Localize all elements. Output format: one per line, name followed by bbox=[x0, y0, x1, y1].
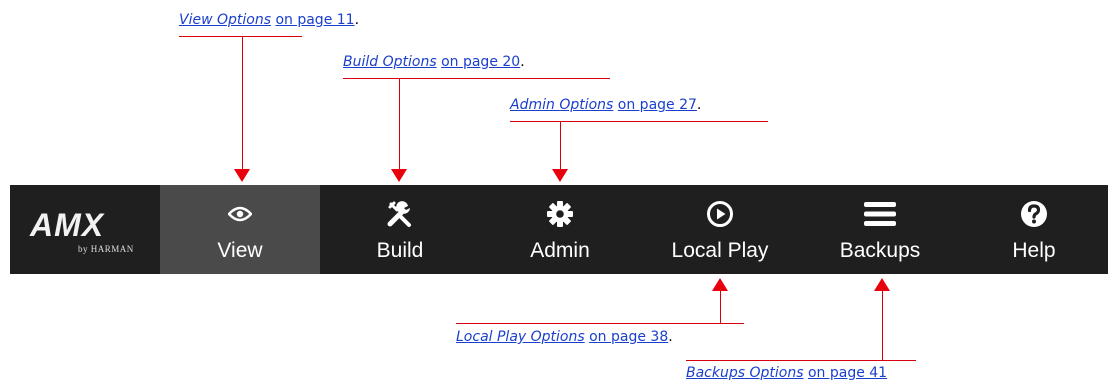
arrow-down-icon bbox=[391, 169, 407, 182]
nav-backups[interactable]: Backups bbox=[800, 185, 960, 274]
logo-subtitle: by HARMAN bbox=[78, 244, 134, 254]
callout-view-options: View Options on page 11. bbox=[179, 11, 359, 29]
amx-logo: AMX by HARMAN bbox=[10, 185, 160, 274]
nav-view[interactable]: View bbox=[160, 185, 320, 274]
period: . bbox=[520, 54, 525, 70]
callout-admin-options: Admin Options on page 27. bbox=[510, 96, 701, 114]
callout-rule-view bbox=[179, 36, 302, 37]
help-icon bbox=[960, 199, 1108, 229]
link-build-options[interactable]: Build Options bbox=[343, 54, 437, 70]
page-ref-view[interactable]: on page 11 bbox=[275, 12, 354, 28]
page-ref-build[interactable]: on page 20 bbox=[441, 54, 520, 70]
arrow-down-icon bbox=[552, 169, 568, 182]
nav-local-play-label: Local Play bbox=[671, 239, 769, 262]
arrow-line-local-play bbox=[720, 290, 721, 324]
nav-view-label: View bbox=[217, 239, 263, 262]
page-ref-admin[interactable]: on page 27 bbox=[618, 97, 697, 113]
link-backups-options[interactable]: Backups Options bbox=[686, 365, 804, 381]
gear-icon bbox=[480, 199, 640, 229]
nav-build[interactable]: Build bbox=[320, 185, 480, 274]
period: . bbox=[668, 329, 673, 345]
callout-rule-local-play bbox=[456, 323, 744, 324]
logo-mark: AMX bbox=[30, 207, 105, 243]
nav-backups-label: Backups bbox=[839, 239, 921, 262]
period: . bbox=[354, 12, 360, 28]
top-navbar: AMX by HARMAN View Build Admin Local Pla… bbox=[10, 185, 1108, 274]
arrow-down-icon bbox=[234, 169, 250, 182]
callout-rule-admin bbox=[510, 121, 768, 122]
play-circle-icon bbox=[640, 199, 800, 229]
period: . bbox=[696, 97, 702, 113]
menu-icon bbox=[800, 199, 960, 229]
link-local-play-options[interactable]: Local Play Options bbox=[456, 329, 585, 345]
nav-local-play[interactable]: Local Play bbox=[640, 185, 800, 274]
callout-build-options: Build Options on page 20. bbox=[343, 53, 525, 71]
callout-rule-backups bbox=[686, 360, 916, 361]
nav-admin[interactable]: Admin bbox=[480, 185, 640, 274]
nav-help[interactable]: Help bbox=[960, 185, 1108, 274]
nav-build-label: Build bbox=[376, 239, 424, 262]
tools-icon bbox=[320, 199, 480, 229]
arrow-line-admin bbox=[560, 121, 561, 170]
callout-local-play-options: Local Play Options on page 38. bbox=[456, 328, 673, 346]
eye-icon bbox=[160, 199, 320, 229]
link-admin-options[interactable]: Admin Options bbox=[510, 97, 613, 113]
page-ref-backups[interactable]: on page 41 bbox=[808, 365, 887, 381]
nav-help-label: Help bbox=[1012, 239, 1056, 262]
nav-admin-label: Admin bbox=[530, 239, 590, 262]
arrow-line-backups bbox=[882, 290, 883, 361]
link-view-options[interactable]: View Options bbox=[179, 12, 271, 28]
arrow-line-view bbox=[242, 36, 243, 170]
callout-backups-options: Backups Options on page 41 bbox=[686, 364, 887, 382]
callout-rule-build bbox=[343, 78, 610, 79]
arrow-line-build bbox=[399, 78, 400, 170]
page-ref-local-play[interactable]: on page 38 bbox=[589, 329, 668, 345]
